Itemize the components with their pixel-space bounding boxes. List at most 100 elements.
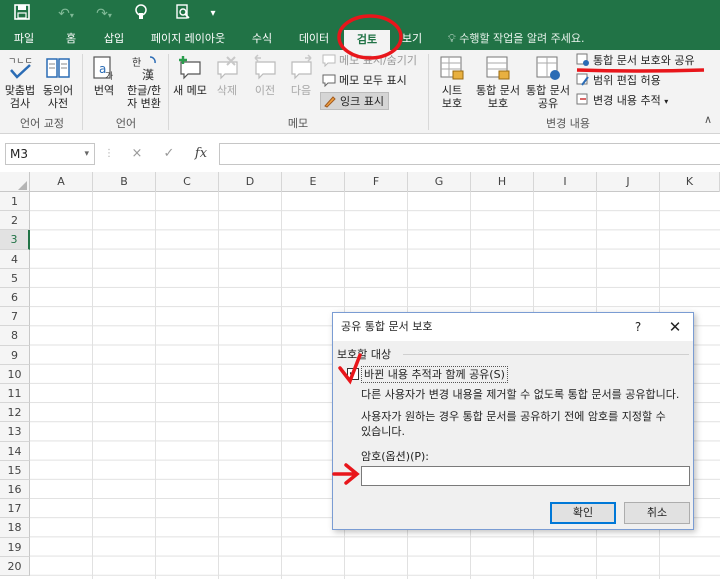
formula-bar-grip-icon: ⋮ [104,148,114,159]
checkmark-icon: ✔ [348,368,358,379]
column-header[interactable]: J [597,172,660,192]
share-with-track-changes-checkbox[interactable]: ✔ [347,368,359,380]
column-header[interactable]: F [345,172,408,192]
row-header[interactable]: 8 [0,326,30,346]
row-header[interactable]: 14 [0,441,30,461]
column-header[interactable]: K [660,172,720,192]
section-label: 보호할 대상 [337,348,392,361]
delete-comment-icon [217,56,238,80]
close-button[interactable]: ✕ [663,313,687,341]
name-box[interactable]: M3 ▾ [5,143,95,165]
ink-icon [323,94,337,108]
tab-formulas[interactable]: 수식 [242,28,282,50]
column-header[interactable]: D [219,172,282,192]
comment-icon [322,53,336,68]
save-icon[interactable] [12,4,32,24]
tell-me-box[interactable]: 💡︎ 수행할 작업을 알려 주세요. [448,28,585,50]
undo-icon[interactable]: ↶▾ [52,4,80,24]
new-comment-icon [179,56,201,80]
protect-and-share-button[interactable]: 통합 문서 보호와 공유 [576,52,695,70]
track-changes-button[interactable]: 변경 내용 추적 ▾ [576,92,668,110]
password-input[interactable] [361,466,690,486]
cancel-icon[interactable]: × [126,145,148,163]
insert-function-icon[interactable]: fx [190,145,212,163]
svg-text:漢: 漢 [142,68,154,82]
formula-bar: M3 ▾ ⋮ × ✓ fx [0,140,720,168]
tab-data[interactable]: 데이터 [290,28,338,50]
row-header[interactable]: 9 [0,345,30,365]
description-text-1: 다른 사용자가 변경 내용을 제거할 수 없도록 통합 문서를 공유합니다. [361,388,680,401]
previous-comment-button[interactable]: 이전 [248,54,282,97]
column-header[interactable]: A [30,172,93,192]
new-comment-button[interactable]: 새 메모 [172,54,208,97]
ribbon-tabs: 파일 홈 삽입 페이지 레이아웃 수식 데이터 검토 보기 💡︎ 수행할 작업을… [0,28,720,50]
protect-shared-workbook-dialog: 공유 통합 문서 보호 ? ✕ 보호할 대상 ✔ 바뀐 내용 추적과 함께 공유… [332,312,694,530]
column-header[interactable]: C [156,172,219,192]
row-header[interactable]: 2 [0,211,30,231]
row-header[interactable]: 3 [0,230,30,250]
show-all-comments-button[interactable]: 메모 모두 표시 [322,72,407,90]
row-header[interactable]: 1 [0,192,30,212]
row-header[interactable]: 19 [0,537,30,557]
row-header[interactable]: 7 [0,307,30,327]
formula-input[interactable] [219,143,720,165]
show-ink-button[interactable]: 잉크 표시 [320,92,389,110]
share-workbook-button[interactable]: 통합 문서 공유 [524,54,572,110]
han-hanja-icon: 한漢 [132,56,156,82]
translate-button[interactable]: a가 번역 [86,54,122,97]
delete-comment-button[interactable]: 삭제 [210,54,244,97]
protect-workbook-button[interactable]: 통합 문서 보호 [472,54,524,110]
next-comment-button[interactable]: 다음 [284,54,318,97]
tab-file[interactable]: 파일 [2,28,46,50]
touch-mode-icon[interactable] [130,4,152,24]
allow-edit-ranges-button[interactable]: 범위 편집 허용 [576,72,661,90]
tab-insert[interactable]: 삽입 [94,28,134,50]
ok-button[interactable]: 확인 [550,502,616,524]
column-header[interactable]: G [408,172,471,192]
row-header[interactable]: 17 [0,499,30,519]
row-header[interactable]: 10 [0,364,30,384]
group-separator [168,54,169,130]
print-preview-icon[interactable] [172,4,194,24]
row-header[interactable]: 18 [0,518,30,538]
group-separator [428,54,429,130]
customize-qat-icon[interactable]: ▾ [206,4,220,24]
row-header[interactable]: 11 [0,384,30,404]
tab-view[interactable]: 보기 [396,28,428,50]
select-all-corner[interactable] [0,172,30,192]
row-header[interactable]: 13 [0,422,30,442]
row-header[interactable]: 20 [0,556,30,576]
row-header[interactable]: 16 [0,480,30,500]
enter-icon[interactable]: ✓ [158,145,180,163]
row-header[interactable]: 5 [0,268,30,288]
tab-page-layout[interactable]: 페이지 레이아웃 [142,28,234,50]
chevron-down-icon[interactable]: ▾ [84,144,89,164]
previous-comment-icon [254,54,276,80]
show-hide-comment-button[interactable]: 메모 표시/숨기기 [322,52,417,70]
lightbulb-icon: 💡︎ [448,32,456,45]
column-header[interactable]: I [534,172,597,192]
row-header[interactable]: 6 [0,288,30,308]
tab-review[interactable]: 검토 [344,30,390,50]
row-header[interactable]: 12 [0,403,30,423]
han-hanja-convert-button[interactable]: 한漢 한글/한 자 변환 [124,54,164,110]
title-bar: ↶▾ ↷▾ ▾ [0,0,720,28]
column-header[interactable]: E [282,172,345,192]
protect-sheet-button[interactable]: 시트 보호 [432,54,472,110]
column-header[interactable]: H [471,172,534,192]
row-header[interactable]: 4 [0,249,30,269]
dropdown-arrow-icon: ▾ [664,97,669,106]
share-with-track-changes-label[interactable]: 바뀐 내용 추적과 함께 공유(S) [361,366,508,383]
tab-home[interactable]: 홈 [56,28,86,50]
spell-check-button[interactable]: ㄱㄴㄷ 맞춤법 검사 [2,54,38,110]
thesaurus-button[interactable]: 동의어 사전 [40,54,76,110]
row-header[interactable]: 15 [0,460,30,480]
group-separator [82,54,83,130]
password-label: 암호(옵션)(P): [361,450,429,463]
help-button[interactable]: ? [629,313,647,341]
collapse-ribbon-icon[interactable]: ∧ [700,110,716,130]
cancel-button[interactable]: 취소 [624,502,690,524]
column-header[interactable]: B [93,172,156,192]
redo-icon[interactable]: ↷▾ [90,4,118,24]
group-label-comments: 메모 [287,117,309,130]
